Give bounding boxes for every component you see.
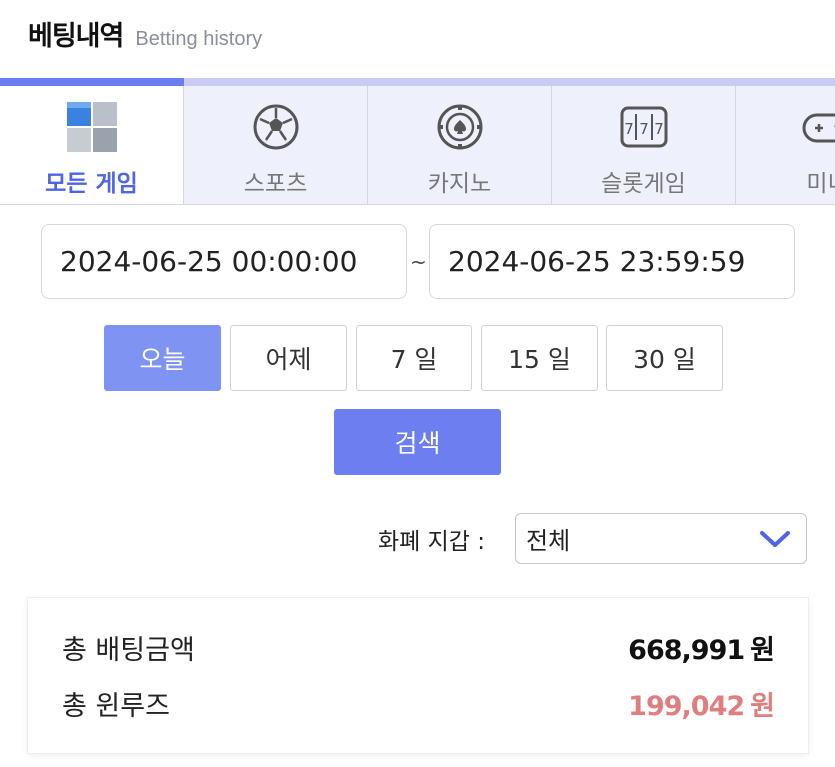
tab-slot-games[interactable]: 7 7 7 슬롯게임 bbox=[552, 86, 736, 204]
tab-label: 모든 게임 bbox=[45, 171, 138, 197]
tab-label: 스포츠 bbox=[243, 171, 308, 197]
currency-wallet-label: 화폐 지갑 : bbox=[378, 529, 486, 555]
total-bet-value: 668,991 원 bbox=[628, 628, 775, 667]
total-bet-label: 총 배팅금액 bbox=[62, 635, 195, 666]
svg-text:7: 7 bbox=[654, 120, 664, 138]
total-bet-amount: 668,991 bbox=[628, 635, 745, 666]
tab-label: 슬롯게임 bbox=[601, 171, 686, 197]
total-win-loss-value: 199,042 원 bbox=[628, 684, 775, 723]
tab-all-games[interactable]: 모든 게임 bbox=[0, 86, 184, 204]
tab-label: 카지노 bbox=[427, 171, 492, 197]
currency-selected-value: 전체 bbox=[526, 527, 571, 555]
currency-unit: 원 bbox=[750, 691, 775, 722]
quick-range-yesterday-button[interactable]: 어제 bbox=[230, 325, 347, 391]
date-from-input[interactable]: 2024-06-25 00:00:00 bbox=[41, 224, 407, 299]
betting-summary-card: 총 배팅금액 668,991 원 총 윈루즈 199,042 원 bbox=[28, 598, 808, 753]
quick-range-15-days-button[interactable]: 15 일 bbox=[481, 325, 598, 391]
date-separator: ~ bbox=[410, 250, 427, 274]
quick-range-30-days-button[interactable]: 30 일 bbox=[606, 325, 723, 391]
tab-sports[interactable]: 스포츠 bbox=[184, 86, 368, 204]
total-win-loss-row: 총 윈루즈 199,042 원 bbox=[62, 684, 775, 723]
total-win-loss-label: 총 윈루즈 bbox=[62, 691, 170, 722]
currency-unit: 원 bbox=[750, 635, 775, 666]
total-win-loss-amount: 199,042 bbox=[628, 691, 745, 722]
active-tab-indicator bbox=[0, 78, 184, 86]
currency-wallet-select[interactable]: 전체 bbox=[515, 513, 807, 564]
quick-range-today-button[interactable]: 오늘 bbox=[104, 325, 221, 391]
casino-chip-icon bbox=[433, 100, 487, 154]
cube-grid-icon bbox=[65, 100, 119, 154]
total-bet-row: 총 배팅금액 668,991 원 bbox=[62, 628, 775, 667]
page-subtitle: Betting history bbox=[135, 28, 263, 50]
page-header: 베팅내역 Betting history bbox=[28, 14, 262, 60]
chevron-down-icon bbox=[758, 526, 792, 558]
game-tabs: 모든 게임 스포츠 카지노 7 7 7 슬롯게임 미 bbox=[0, 86, 835, 205]
gamepad-icon bbox=[801, 100, 835, 154]
quick-range-7-days-button[interactable]: 7 일 bbox=[356, 325, 472, 391]
tab-mini-games[interactable]: 미니 bbox=[736, 86, 835, 204]
svg-text:7: 7 bbox=[624, 120, 634, 138]
search-button[interactable]: 검색 bbox=[334, 409, 501, 475]
slot-machine-icon: 7 7 7 bbox=[617, 100, 671, 154]
tab-label: 미니 bbox=[806, 171, 835, 197]
svg-text:7: 7 bbox=[639, 120, 649, 138]
page-title: 베팅내역 bbox=[28, 21, 124, 52]
date-to-input[interactable]: 2024-06-25 23:59:59 bbox=[429, 224, 795, 299]
soccer-ball-icon bbox=[249, 100, 303, 154]
tab-casino[interactable]: 카지노 bbox=[368, 86, 552, 204]
